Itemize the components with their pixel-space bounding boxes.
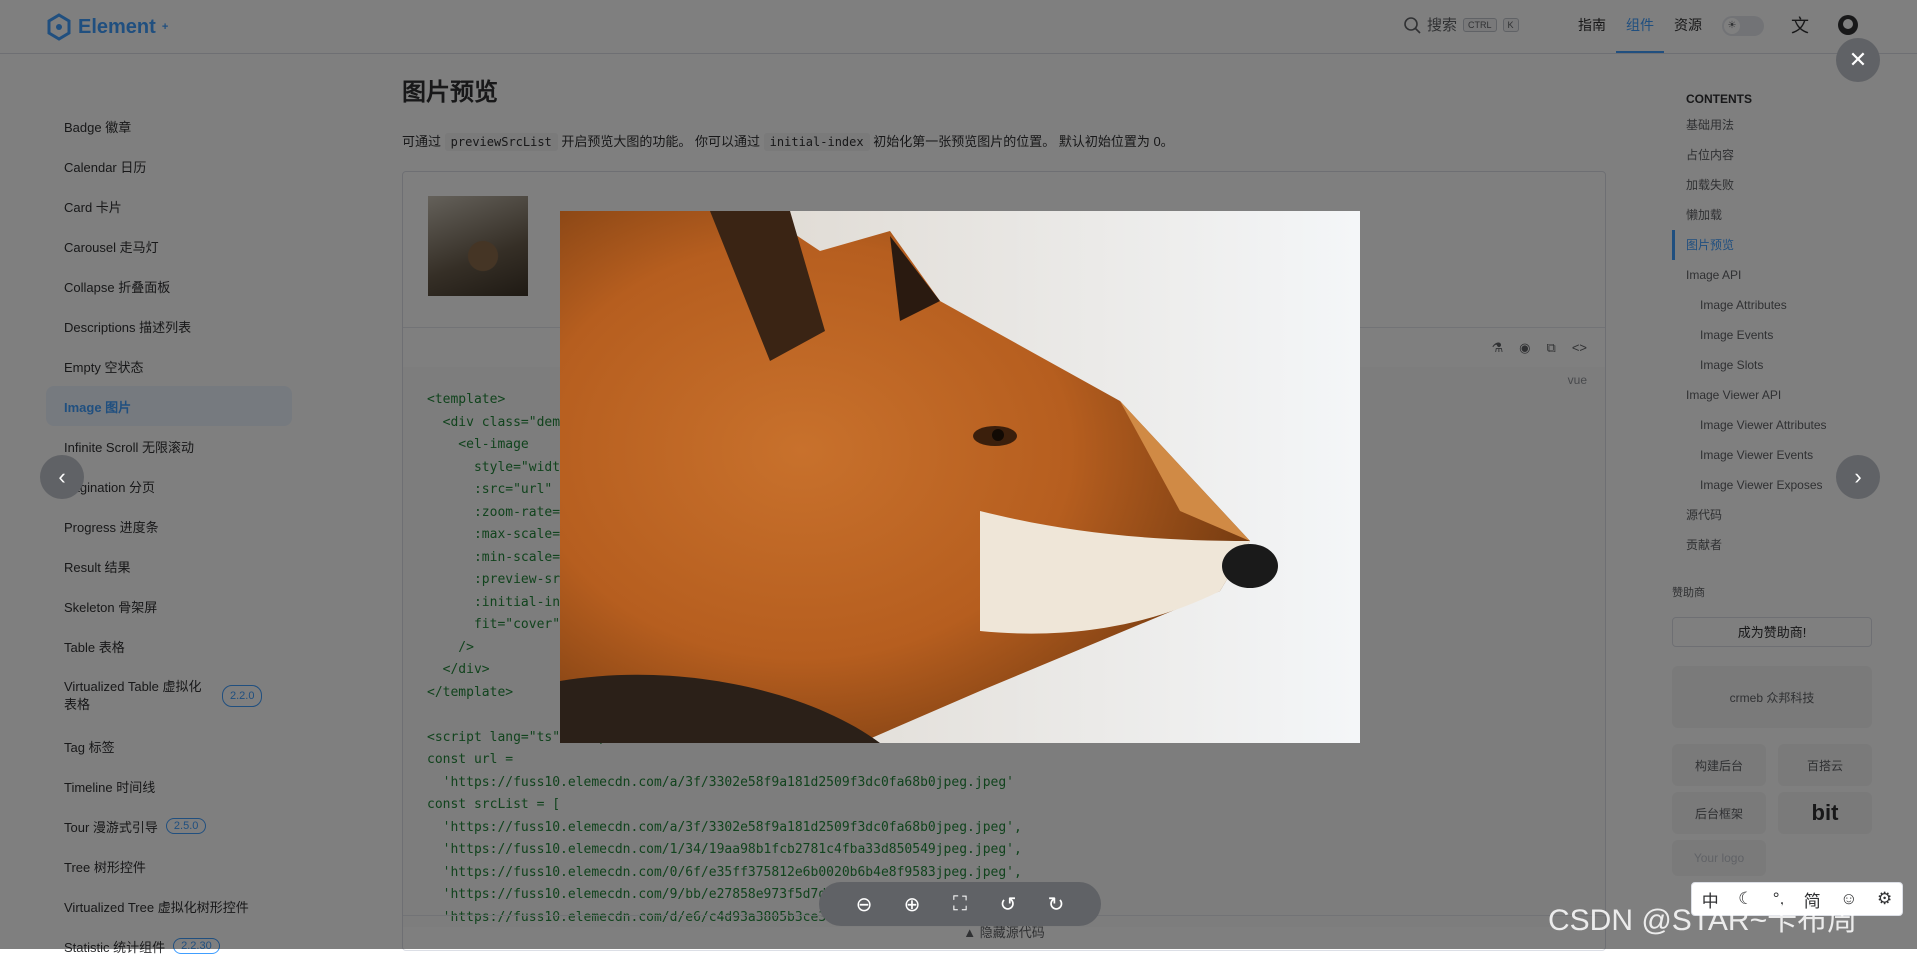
viewer-actions: ⊖ ⊕ ⛶ ↺ ↻	[819, 882, 1101, 926]
zoom-out-icon[interactable]: ⊖	[851, 892, 877, 917]
fox-photo	[560, 211, 1360, 743]
preview-image[interactable]	[560, 211, 1360, 743]
fullscreen-icon[interactable]: ⛶	[947, 893, 973, 916]
arrow-left-icon: ‹	[58, 464, 66, 489]
watermark: CSDN @STAR~卡布周	[1548, 904, 1858, 937]
prev-image-button[interactable]: ‹	[40, 455, 84, 499]
close-icon: ✕	[1848, 47, 1868, 72]
rotate-right-icon[interactable]: ↻	[1043, 892, 1069, 917]
arrow-right-icon: ›	[1854, 464, 1862, 489]
zoom-in-icon[interactable]: ⊕	[899, 892, 925, 917]
settings-icon[interactable]: ⚙	[1877, 889, 1892, 909]
next-image-button[interactable]: ›	[1836, 455, 1880, 499]
close-viewer-button[interactable]: ✕	[1836, 38, 1880, 82]
rotate-left-icon[interactable]: ↺	[995, 892, 1021, 917]
